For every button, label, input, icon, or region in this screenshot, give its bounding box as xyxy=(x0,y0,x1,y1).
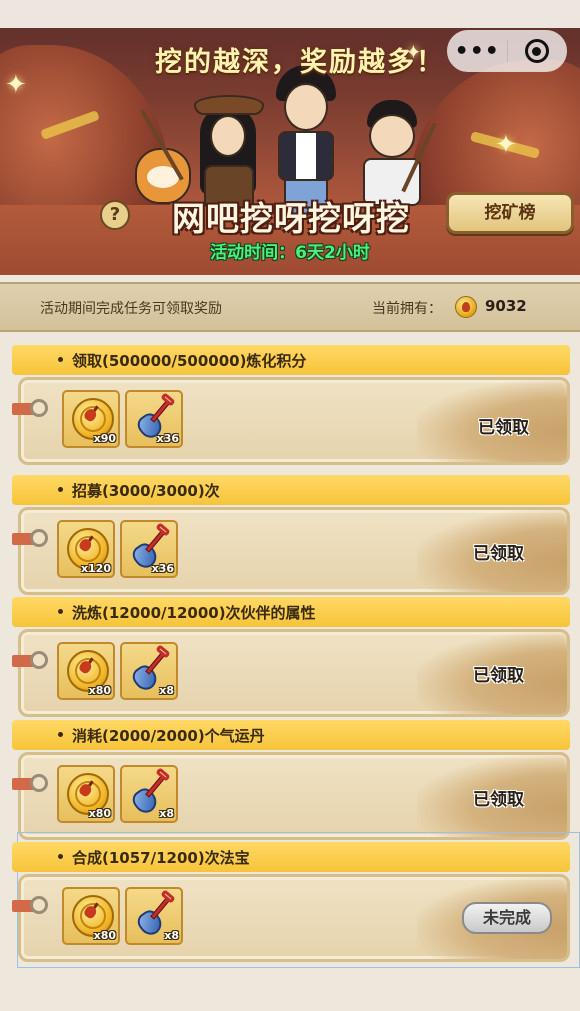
top-strip xyxy=(0,0,580,28)
task-header: 合成(1057/1200)次法宝 xyxy=(12,842,570,872)
banner-slogan: 挖的越深，奖励越多！ xyxy=(155,47,445,78)
sparkle-icon: ✦ xyxy=(5,70,27,100)
reward-item[interactable]: x80 xyxy=(57,642,115,700)
ring-icon xyxy=(30,651,48,669)
owned-label: 当前拥有： xyxy=(372,301,442,317)
reward-item[interactable]: x8 xyxy=(125,887,183,945)
reward-item[interactable]: x8 xyxy=(120,765,178,823)
task-label: 消耗(2000/2000)个气运丹 xyxy=(72,727,265,745)
task-label: 合成(1057/1200)次法宝 xyxy=(72,849,250,867)
rank-button[interactable]: 挖矿榜 xyxy=(446,192,574,234)
reward-item[interactable]: x80 xyxy=(62,887,120,945)
help-icon[interactable]: ? xyxy=(100,200,130,230)
reward-item[interactable]: x80 xyxy=(57,765,115,823)
ring-icon xyxy=(30,399,48,417)
reward-qty: x36 xyxy=(156,432,179,445)
task-header: 领取(500000/500000)炼化积分 xyxy=(12,345,570,375)
task-header: 洗炼(12000/12000)次伙伴的属性 xyxy=(12,597,570,627)
task-row: 消耗(2000/2000)个气运丹 x80 x8 已领取 xyxy=(0,720,580,844)
status-claimed: 已领取 xyxy=(473,544,524,564)
close-target-button[interactable] xyxy=(507,39,566,63)
mini-program-capsule: ••• xyxy=(447,30,567,72)
info-bar: 活动期间完成任务可领取奖励 当前拥有： 9032 xyxy=(0,282,580,332)
event-title: 网吧挖呀挖呀挖 xyxy=(172,199,410,238)
owned-value: 9032 xyxy=(485,297,527,315)
more-menu-icon[interactable]: ••• xyxy=(448,39,507,64)
ring-icon xyxy=(30,774,48,792)
ring-icon xyxy=(30,896,48,914)
task-row: 合成(1057/1200)次法宝 x80 x8 未完成 xyxy=(0,842,580,966)
reward-qty: x36 xyxy=(151,562,174,575)
status-claimed: 已领取 xyxy=(473,666,524,686)
reward-qty: x80 xyxy=(88,684,111,697)
reward-qty: x90 xyxy=(93,432,116,445)
event-banner: ✦ ✦ ✦ ✦ 挖的越深，奖励越多！ ••• ? 网吧挖呀挖呀挖 活动时间：6天 xyxy=(0,0,580,275)
reward-item[interactable]: x120 xyxy=(57,520,115,578)
reward-qty: x8 xyxy=(159,807,174,820)
reward-qty: x8 xyxy=(159,684,174,697)
incomplete-button[interactable]: 未完成 xyxy=(462,902,552,934)
status-claimed: 已领取 xyxy=(478,418,529,438)
task-row: 领取(500000/500000)炼化积分 x90 x36 已领取 xyxy=(0,345,580,469)
reward-item[interactable]: x90 xyxy=(62,390,120,448)
status-claimed: 已领取 xyxy=(473,790,524,810)
sparkle-icon: ✦ xyxy=(495,130,517,160)
reward-qty: x80 xyxy=(88,807,111,820)
event-time: 活动时间：6天2小时 xyxy=(210,243,370,263)
target-icon xyxy=(524,39,549,63)
shovel-coin-icon xyxy=(455,296,477,318)
ring-icon xyxy=(30,529,48,547)
reward-item[interactable]: x8 xyxy=(120,642,178,700)
reward-qty: x80 xyxy=(93,929,116,942)
task-row: 招募(3000/3000)次 x120 x36 已领取 xyxy=(0,475,580,599)
task-label: 洗炼(12000/12000)次伙伴的属性 xyxy=(72,604,316,622)
task-header: 消耗(2000/2000)个气运丹 xyxy=(12,720,570,750)
reward-qty: x8 xyxy=(164,929,179,942)
task-label: 招募(3000/3000)次 xyxy=(72,482,220,500)
reward-qty: x120 xyxy=(80,562,111,575)
task-label: 领取(500000/500000)炼化积分 xyxy=(72,352,307,370)
task-header: 招募(3000/3000)次 xyxy=(12,475,570,505)
info-description: 活动期间完成任务可领取奖励 xyxy=(40,301,222,317)
task-row: 洗炼(12000/12000)次伙伴的属性 x80 x8 已领取 xyxy=(0,597,580,721)
reward-item[interactable]: x36 xyxy=(120,520,178,578)
reward-item[interactable]: x36 xyxy=(125,390,183,448)
